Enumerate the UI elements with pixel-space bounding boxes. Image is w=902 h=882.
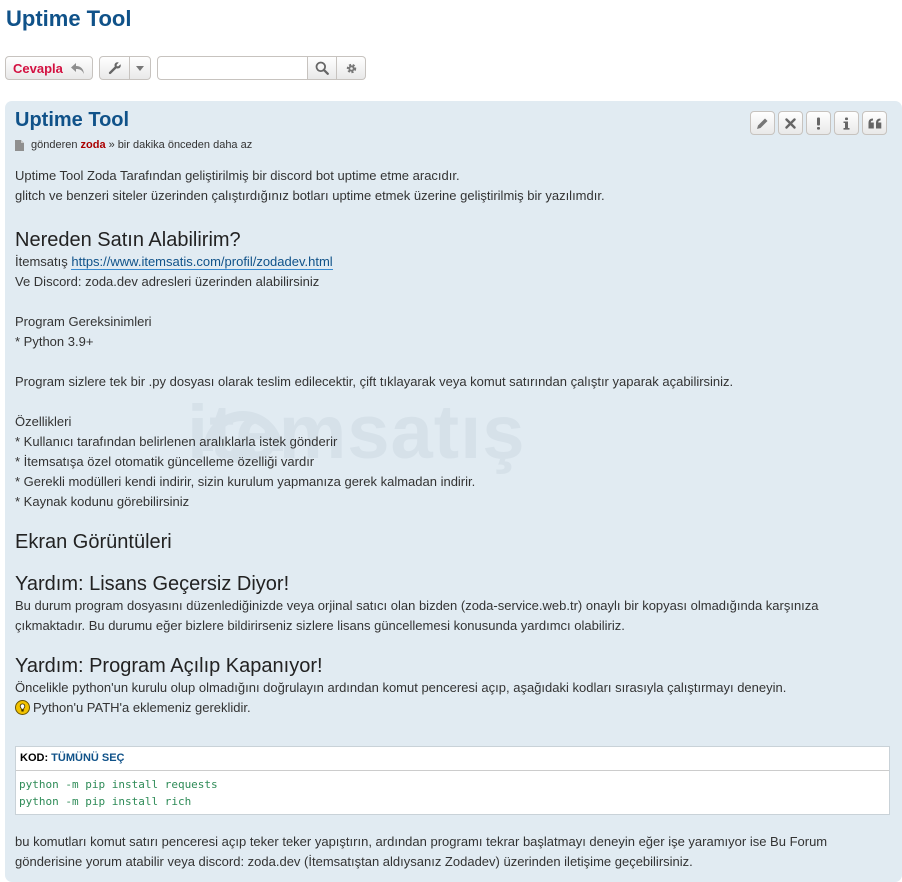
select-all-link[interactable]: TÜMÜNÜ SEÇ <box>51 752 124 764</box>
post-action-buttons <box>750 111 887 135</box>
help-crash-text: Öncelikle python'un kurulu olup olmadığı… <box>15 680 787 695</box>
help-license-text: çıkmaktadır. Bu durumu eğer bizlere bild… <box>15 618 625 633</box>
requirements-title: Program Gereksinimleri <box>15 314 152 329</box>
topic-title[interactable]: Uptime Tool <box>6 6 131 32</box>
closing-line: bu komutları komut satırı penceresi açıp… <box>15 834 828 849</box>
time-separator: » <box>108 139 115 151</box>
post-title[interactable]: Uptime Tool <box>15 109 129 132</box>
pencil-icon <box>757 118 768 129</box>
intro-line: glitch ve benzeri siteler üzerinden çalı… <box>15 188 605 203</box>
advanced-search-button[interactable] <box>337 56 366 80</box>
closing-line: gönderisine yorum atabilir veya discord:… <box>15 854 693 869</box>
info-icon <box>843 117 850 130</box>
topic-tools-button[interactable] <box>99 56 151 80</box>
post-document-icon <box>15 139 24 151</box>
itemsatis-line: İtemsatış https://www.itemsatis.com/prof… <box>15 252 891 272</box>
report-button[interactable] <box>806 111 831 135</box>
reply-arrow-icon <box>71 62 84 74</box>
help-license-heading: Yardım: Lisans Geçersiz Diyor! <box>15 573 290 595</box>
post: itemsatış Uptime Tool gönderen zoda » bi… <box>5 101 902 882</box>
action-bar: Cevapla <box>5 56 366 80</box>
discord-line: Ve Discord: zoda.dev adresleri üzerinden… <box>15 274 320 289</box>
caret-down-icon <box>130 57 150 79</box>
help-crash-heading: Yardım: Program Açılıp Kapanıyor! <box>15 655 323 677</box>
reply-button-label: Cevapla <box>13 60 63 76</box>
feature-item: * İtemsatışa özel otomatik güncelleme öz… <box>15 454 315 469</box>
wrench-icon <box>100 57 130 79</box>
search-box <box>157 56 366 80</box>
post-content: Uptime Tool Zoda Tarafından geliştirilmi… <box>15 166 891 718</box>
search-icon <box>315 61 329 75</box>
code-box-header: KOD: TÜMÜNÜ SEÇ <box>16 747 889 771</box>
quote-icon <box>868 118 881 128</box>
edit-button[interactable] <box>750 111 775 135</box>
lightbulb-icon <box>15 700 30 715</box>
quote-button[interactable] <box>862 111 887 135</box>
post-time: bir dakika önceden daha az <box>117 139 253 151</box>
features-title: Özellikleri <box>15 414 72 429</box>
where-to-buy-heading: Nereden Satın Alabilirim? <box>15 229 241 251</box>
code-line: python -m pip install requests <box>19 778 218 791</box>
delete-button[interactable] <box>778 111 803 135</box>
code-label: KOD: <box>20 752 49 764</box>
help-crash-tip-text: Python'u PATH'a eklemeniz gereklidir. <box>33 700 251 715</box>
help-license-text: Bu durum program dosyasını düzenlediğini… <box>15 598 819 613</box>
info-button[interactable] <box>834 111 859 135</box>
gear-icon <box>346 63 356 73</box>
code-content[interactable]: python -m pip install requests python -m… <box>16 771 889 815</box>
post-author-line: gönderen zoda » bir dakika önceden daha … <box>15 139 252 151</box>
closing-text: bu komutları komut satırı penceresi açıp… <box>15 832 895 872</box>
delivery-line: Program sizlere tek bir .py dosyası olar… <box>15 374 734 389</box>
code-line: python -m pip install rich <box>19 795 192 808</box>
itemsatis-label: İtemsatış <box>15 254 68 269</box>
intro-line: Uptime Tool Zoda Tarafından geliştirilmi… <box>15 168 460 183</box>
feature-item: * Gerekli modülleri kendi indirir, sizin… <box>15 474 476 489</box>
itemsatis-profile-link[interactable]: https://www.itemsatis.com/profil/zodadev… <box>71 254 333 270</box>
feature-item: * Kaynak kodunu görebilirsiniz <box>15 494 190 509</box>
feature-item: * Kullanıcı tarafından belirlenen aralık… <box>15 434 338 449</box>
code-box: KOD: TÜMÜNÜ SEÇ python -m pip install re… <box>15 746 890 815</box>
help-crash-tip: Python'u PATH'a eklemeniz gereklidir. <box>15 698 891 718</box>
search-input[interactable] <box>157 56 308 80</box>
report-icon <box>817 117 820 130</box>
close-icon <box>785 117 796 129</box>
screenshots-heading: Ekran Görüntüleri <box>15 531 172 553</box>
author-prefix: gönderen <box>31 139 78 151</box>
author-username[interactable]: zoda <box>81 139 106 151</box>
search-button[interactable] <box>308 56 337 80</box>
reply-button[interactable]: Cevapla <box>5 56 93 80</box>
requirement-item: * Python 3.9+ <box>15 334 94 349</box>
